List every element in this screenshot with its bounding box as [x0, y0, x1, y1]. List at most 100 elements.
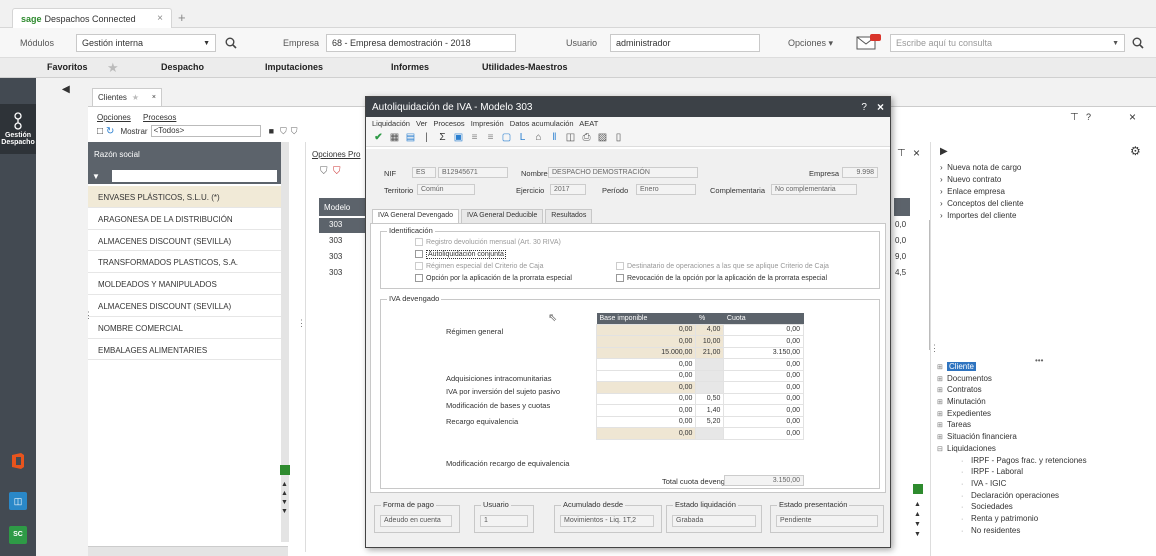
expand-icon[interactable]: ⊞ — [937, 410, 945, 418]
checkbox[interactable] — [616, 274, 624, 282]
table-cell-cuota[interactable]: 0,00 — [723, 335, 804, 348]
table-cell-pct[interactable] — [695, 427, 725, 440]
tree-item[interactable]: · No residentes — [937, 526, 1147, 538]
filter-clear-icon[interactable]: ⛉ — [333, 166, 341, 177]
table-cell-base[interactable]: 0,00 — [595, 392, 697, 405]
tree-item[interactable]: ⊞ Cliente — [937, 362, 1147, 374]
lc-icon[interactable]: L — [516, 131, 529, 144]
table-cell-base[interactable]: 0,00 — [595, 381, 697, 394]
table-cell-cuota[interactable]: 0,00 — [723, 404, 804, 417]
table-cell-pct[interactable]: 0,50 — [695, 392, 725, 405]
nav-arrows[interactable]: ▲ ▲ ▼ ▼ — [914, 500, 921, 540]
checkbox[interactable] — [415, 262, 423, 270]
global-search-input[interactable]: Escribe aquí tu consulta ▼ — [890, 34, 1125, 52]
tree-item[interactable]: ⊞ Situación financiera — [937, 432, 1147, 444]
checkbox-autoliquidacion-conjunta[interactable]: Autoliquidación conjunta — [415, 249, 506, 259]
complementaria-field[interactable]: No complementaria — [771, 184, 857, 195]
column-header-modelo[interactable]: Modelo — [319, 198, 369, 216]
list-item[interactable]: ALMACENES DISCOUNT (SEVILLA) — [88, 230, 281, 252]
tree-item[interactable]: ⊞ Expedientes — [937, 409, 1147, 421]
list-item[interactable]: MOLDEADOS Y MANIPULADOS — [88, 273, 281, 295]
close-tab-icon[interactable]: × — [152, 94, 156, 101]
search-icon[interactable] — [222, 34, 240, 52]
expand-icon[interactable]: ⊞ — [937, 363, 945, 371]
table-cell-pct[interactable]: 21,00 — [695, 346, 725, 359]
filter-icon[interactable]: ⛉ — [280, 126, 287, 137]
excel-icon[interactable] — [280, 465, 290, 475]
expand-icon[interactable]: ⊞ — [937, 386, 945, 394]
action-item[interactable]: › Conceptos del cliente — [940, 199, 1024, 211]
calculator-icon[interactable]: ▣ — [452, 131, 465, 144]
submenu-procesos[interactable]: Procesos — [143, 113, 176, 122]
attachment-icon[interactable]: ▯ — [612, 131, 625, 144]
checkbox-regimen-criterio-caja[interactable]: Régimen especial del Criterio de Caja — [415, 262, 544, 270]
action-item[interactable]: › Nueva nota de cargo — [940, 163, 1024, 175]
nif-country-field[interactable]: ES — [412, 167, 436, 178]
expand-icon[interactable]: ⊞ — [937, 433, 945, 441]
save-icon[interactable]: ▦ — [388, 131, 401, 144]
territorio-field[interactable]: Común — [417, 184, 475, 195]
gear-icon[interactable]: ⚙ — [1130, 144, 1141, 158]
empresa-field[interactable]: 68 - Empresa demostración - 2018 — [326, 34, 516, 52]
menu-imputaciones[interactable]: Imputaciones — [265, 62, 323, 72]
table-cell-pct[interactable]: 4,00 — [695, 323, 725, 336]
new-document-icon[interactable]: □ — [97, 126, 103, 137]
menu-procesos[interactable]: Procesos — [433, 119, 464, 128]
forma-pago-field[interactable]: Adeudo en cuenta — [380, 515, 452, 527]
tree-item[interactable]: ⊞ Contratos — [937, 385, 1147, 397]
table-cell-base[interactable]: 0,00 — [595, 404, 697, 417]
usuario-field[interactable]: 1 — [480, 515, 528, 527]
preview-icon[interactable]: ◫ — [564, 131, 577, 144]
tab-iva-general-devengado[interactable]: IVA General Devengado — [372, 209, 459, 223]
table-cell-cuota[interactable]: 0,00 — [723, 323, 804, 336]
list-item[interactable]: ARAGONESA DE LA DISTRIBUCIÓN — [88, 208, 281, 230]
checkbox-prorrata-especial[interactable]: Opción por la aplicación de la prorrata … — [415, 274, 572, 282]
compare-icon[interactable]: ≡ — [468, 131, 481, 144]
save-icon[interactable]: ■ — [269, 126, 274, 136]
tree-item[interactable]: ⊞ Minutación — [937, 397, 1147, 409]
table-row[interactable]: 303 — [319, 250, 369, 265]
tree-item[interactable]: · Declaración operaciones — [937, 491, 1147, 503]
tree-item[interactable]: · IVA - IGIC — [937, 479, 1147, 491]
table-cell-pct[interactable] — [695, 358, 725, 371]
usuario-field[interactable]: administrador — [610, 34, 760, 52]
table-row[interactable]: 303 — [319, 266, 369, 281]
tree-item[interactable]: · Renta y patrimonio — [937, 514, 1147, 526]
lock-icon[interactable]: ⌂ — [532, 131, 545, 144]
tab-iva-general-deducible[interactable]: IVA General Deducible — [460, 209, 544, 223]
list-item[interactable]: ALMACENES DISCOUNT (SEVILLA) — [88, 295, 281, 317]
nif-field[interactable]: B12945671 — [438, 167, 508, 178]
nombre-field[interactable]: DESPACHO DEMOSTRACIÓN — [548, 167, 698, 178]
close-panel-icon[interactable]: × — [1129, 110, 1136, 124]
print-icon[interactable]: ⎙ — [580, 131, 593, 144]
list-item[interactable]: NOMBRE COMERCIAL — [88, 317, 281, 339]
mid-opciones-menu[interactable]: Opciones Pro — [312, 150, 360, 159]
empresa-field[interactable]: 9.998 — [842, 167, 878, 178]
tree-item[interactable]: ⊞ Tareas — [937, 420, 1147, 432]
menu-datos-acumulacion[interactable]: Datos acumulación — [510, 119, 574, 128]
outlook-icon[interactable]: ◫ — [9, 492, 27, 510]
new-tab-icon[interactable]: + — [178, 10, 186, 25]
column-header-razon-social[interactable]: Razón social — [88, 142, 281, 168]
collapse-rail-icon[interactable]: ◀ — [62, 84, 70, 95]
table-cell-pct[interactable] — [695, 369, 725, 382]
tree-item[interactable]: · IRPF - Laboral — [937, 467, 1147, 479]
table-cell-base[interactable]: 0,00 — [595, 358, 697, 371]
close-tab-icon[interactable]: × — [157, 13, 163, 24]
list-item[interactable]: ENVASES PLÁSTICOS, S.L.U. (*) — [88, 186, 281, 208]
menu-liquidacion[interactable]: Liquidación — [372, 119, 410, 128]
acumulado-field[interactable]: Movimientos - Liq. 1T,2 — [560, 515, 654, 527]
menu-impresion[interactable]: Impresión — [471, 119, 504, 128]
compare-alt-icon[interactable]: ≡ — [484, 131, 497, 144]
rail-gestion-despacho[interactable]: Gestión Despacho — [0, 104, 36, 154]
checkbox-revocacion-prorrata[interactable]: Revocación de la opción por la aplicació… — [616, 274, 827, 282]
table-cell-cuota[interactable]: 0,00 — [723, 358, 804, 371]
menu-favoritos[interactable]: Favoritos — [47, 62, 88, 72]
sc-icon[interactable]: SC — [9, 526, 27, 544]
action-item[interactable]: › Nuevo contrato — [940, 175, 1024, 187]
ejercicio-field[interactable]: 2017 — [550, 184, 586, 195]
expand-icon[interactable]: ⊟ — [937, 445, 945, 453]
list-item[interactable]: EMBALAGES ALIMENTARIES — [88, 339, 281, 361]
table-cell-base[interactable]: 0,00 — [595, 427, 697, 440]
check-icon[interactable]: ✔ — [372, 131, 385, 144]
